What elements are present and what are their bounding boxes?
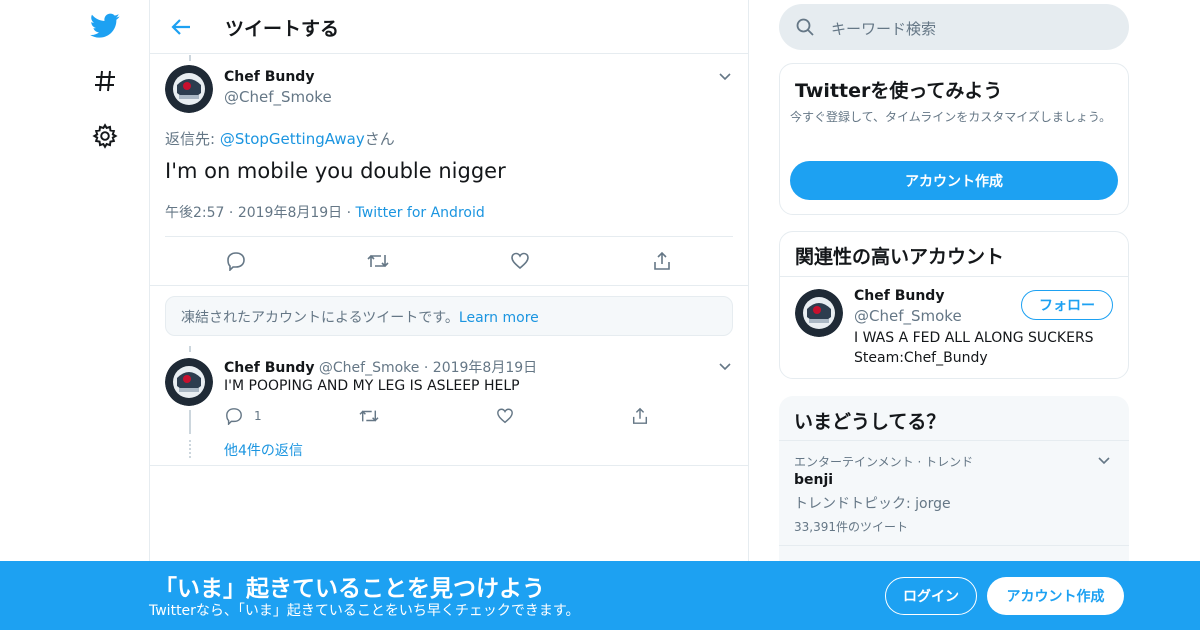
main-column: ツイートする Chef Bundy @Chef_Smoke 返信先: @Stop… xyxy=(149,0,749,630)
account-handle[interactable]: @Chef_Smoke xyxy=(854,307,962,325)
retweet-icon[interactable] xyxy=(367,250,389,272)
trends-card: いまどうしてる？ エンターテインメント · トレンド benji トレンドトピッ… xyxy=(779,396,1129,576)
page-title: ツイートする xyxy=(225,18,340,40)
chevron-down-icon[interactable] xyxy=(718,69,734,85)
card-title: Twitterを使ってみよう xyxy=(795,80,1003,102)
divider xyxy=(165,236,733,237)
signup-card: Twitterを使ってみよう 今すぐ登録して、タイムラインをカスタマイズしましょ… xyxy=(779,63,1129,215)
banner-subtitle: Twitterなら、「いま」起きていることをいち早くチェックできます。 xyxy=(149,603,580,619)
hashtag-icon[interactable] xyxy=(89,65,121,97)
account-bio-line: I WAS A FED ALL ALONG SUCKERS xyxy=(854,330,1094,346)
twitter-logo-icon[interactable] xyxy=(89,10,121,42)
tweet-time[interactable]: 午後2:57 xyxy=(165,205,224,221)
reply-count: 1 xyxy=(254,409,262,423)
avatar[interactable] xyxy=(165,358,213,406)
create-account-button[interactable]: アカウント作成 xyxy=(790,161,1118,200)
thread-connector xyxy=(189,346,191,352)
author-name[interactable]: Chef Bundy xyxy=(224,69,314,85)
notice-text: 凍結されたアカウントによるツイートです。 xyxy=(181,310,459,326)
card-title: 関連性の高いアカウント xyxy=(795,246,1005,268)
trend-count: 33,391件のツイート xyxy=(794,520,908,534)
tweet-text: I'M POOPING AND MY LEG IS ASLEEP HELP xyxy=(224,378,520,394)
like-icon[interactable] xyxy=(509,250,531,272)
tweet-metadata: 午後2:57 · 2019年8月19日 · Twitter for Androi… xyxy=(165,205,485,221)
tweet-date[interactable]: 2019年8月19日 xyxy=(433,360,537,376)
search-placeholder: キーワード検索 xyxy=(831,20,937,38)
avatar[interactable] xyxy=(795,289,843,337)
learn-more-link[interactable]: Learn more xyxy=(459,310,539,326)
avatar[interactable] xyxy=(165,65,213,113)
author-name[interactable]: Chef Bundy xyxy=(224,360,314,376)
tweet-source[interactable]: Twitter for Android xyxy=(356,205,485,221)
divider xyxy=(150,465,748,466)
card-title: いまどうしてる？ xyxy=(794,411,946,433)
thread-connector xyxy=(189,410,191,434)
reply-header: Chef Bundy @Chef_Smoke · 2019年8月19日 xyxy=(224,360,538,376)
related-accounts-card: 関連性の高いアカウント Chef Bundy @Chef_Smoke フォロー … xyxy=(779,231,1129,379)
thread-connector xyxy=(189,55,191,61)
reply-prefix: 返信先: xyxy=(165,130,220,148)
reply-icon[interactable] xyxy=(225,250,247,272)
signup-button[interactable]: アカウント作成 xyxy=(987,577,1124,615)
trend-category: エンターテインメント · トレンド xyxy=(794,455,974,469)
account-name[interactable]: Chef Bundy xyxy=(854,288,944,304)
author-handle[interactable]: @Chef_Smoke xyxy=(224,88,332,106)
tweet-date[interactable]: 2019年8月19日 xyxy=(238,205,342,221)
trend-topic: トレンドトピック: jorge xyxy=(794,496,951,512)
tweet-text: I'm on mobile you double nigger xyxy=(165,159,506,183)
divider xyxy=(150,285,748,286)
share-icon[interactable] xyxy=(630,406,650,426)
search-icon xyxy=(795,17,815,41)
retweet-icon[interactable] xyxy=(359,406,379,426)
divider xyxy=(779,440,1129,441)
share-icon[interactable] xyxy=(651,250,673,272)
banner-title: 「いま」起きていることを見つけよう xyxy=(154,576,545,602)
like-icon[interactable] xyxy=(495,406,515,426)
back-arrow-icon[interactable] xyxy=(164,11,198,43)
trend-name[interactable]: benji xyxy=(794,472,833,488)
chevron-down-icon[interactable] xyxy=(1097,453,1113,469)
card-subtitle: 今すぐ登録して、タイムラインをカスタマイズしましょう。 xyxy=(790,110,1112,124)
signup-banner: 「いま」起きていることを見つけよう Twitterなら、「いま」起きていることを… xyxy=(0,561,1200,630)
page-header: ツイートする xyxy=(150,0,748,54)
thread-dots xyxy=(189,440,191,458)
reply-suffix: さん xyxy=(364,130,395,148)
search-input[interactable]: キーワード検索 xyxy=(779,4,1129,50)
suspended-account-notice: 凍結されたアカウントによるツイートです。Learn more xyxy=(165,296,733,336)
reply-to-link[interactable]: @StopGettingAway xyxy=(220,130,365,148)
account-bio-line: Steam:Chef_Bundy xyxy=(854,350,988,366)
reply-context: 返信先: @StopGettingAwayさん xyxy=(165,128,395,149)
follow-button[interactable]: フォロー xyxy=(1021,290,1113,320)
divider xyxy=(780,276,1128,277)
divider xyxy=(779,545,1129,546)
gear-icon[interactable] xyxy=(89,120,121,152)
chevron-down-icon[interactable] xyxy=(718,359,734,375)
reply-icon[interactable] xyxy=(224,406,244,426)
author-handle[interactable]: @Chef_Smoke xyxy=(319,360,420,376)
left-nav xyxy=(0,0,150,630)
login-button[interactable]: ログイン xyxy=(885,577,977,615)
more-replies-link[interactable]: 他4件の返信 xyxy=(224,440,303,460)
